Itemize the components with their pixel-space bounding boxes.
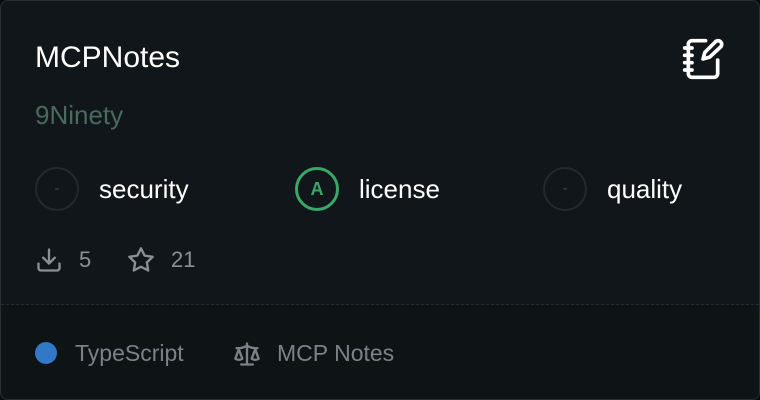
license-grade-badge: A — [295, 167, 339, 211]
card-title[interactable]: MCPNotes — [35, 39, 180, 77]
stars-count: 21 — [171, 247, 196, 272]
download-icon — [37, 248, 61, 272]
stars-stat: 21 — [127, 245, 195, 275]
security-score: - security — [35, 165, 189, 213]
license-label: license — [359, 173, 440, 204]
downloads-stat: 5 — [35, 245, 91, 275]
language-color-dot — [35, 342, 57, 364]
scale-icon — [234, 342, 260, 366]
license-score: A license — [295, 165, 440, 213]
security-label: security — [99, 173, 189, 204]
license-name: MCP Notes — [277, 340, 395, 366]
quality-grade-badge: - — [543, 167, 587, 211]
downloads-count: 5 — [79, 247, 92, 272]
language-label: TypeScript — [75, 340, 184, 366]
notebook-pen-icon — [682, 38, 724, 80]
author-name[interactable]: 9Ninety — [35, 98, 123, 132]
server-card[interactable]: MCPNotes 9Ninety - security A license - … — [0, 0, 760, 400]
star-icon — [128, 247, 154, 272]
quality-label: quality — [607, 173, 683, 204]
quality-score: - quality — [543, 165, 682, 213]
security-grade-badge: - — [35, 167, 79, 211]
